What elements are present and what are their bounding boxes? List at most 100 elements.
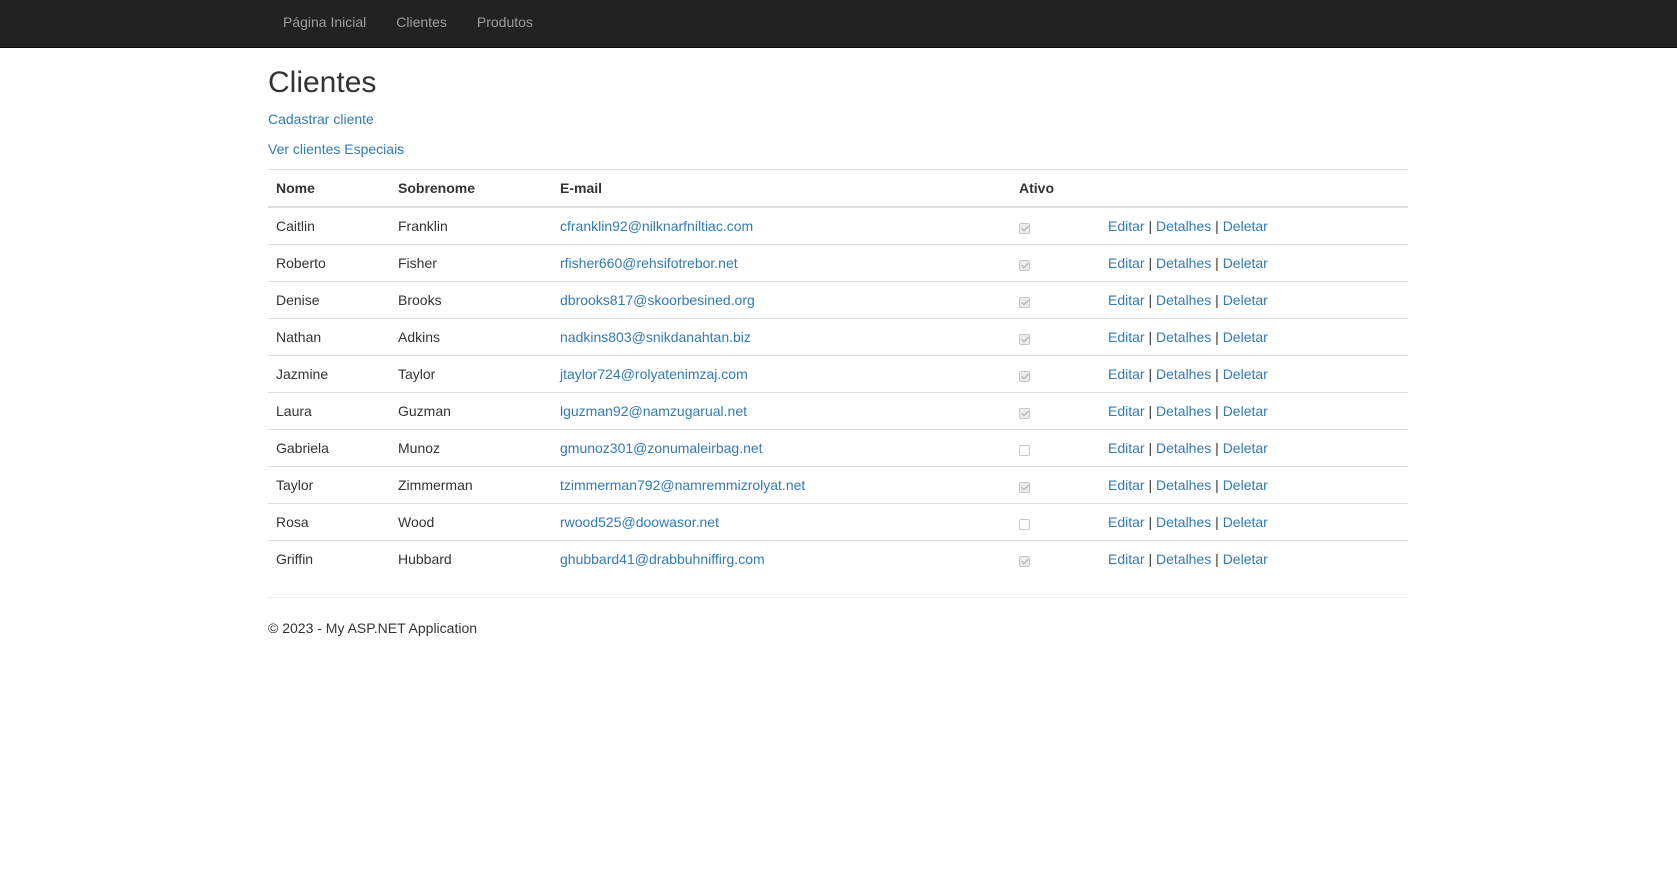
cell-nome: Griffin (268, 540, 390, 577)
email-link[interactable]: lguzman92@namzugarual.net (560, 403, 747, 419)
edit-link[interactable]: Editar (1108, 440, 1145, 456)
edit-link[interactable]: Editar (1108, 477, 1145, 493)
table-row: Nathan Adkins nadkins803@snikdanahtan.biz E… (268, 318, 1408, 356)
delete-link[interactable]: Deletar (1223, 255, 1268, 271)
email-link[interactable]: cfranklin92@nilknarfniltiac.com (560, 218, 753, 234)
delete-link[interactable]: Deletar (1223, 440, 1268, 456)
nav-item-produtos[interactable]: Produtos (462, 0, 548, 44)
delete-link[interactable]: Deletar (1223, 403, 1268, 419)
edit-link[interactable]: Editar (1108, 255, 1145, 271)
details-link[interactable]: Detalhes (1156, 403, 1211, 419)
cell-sobrenome: Munoz (390, 429, 552, 467)
separator: | (1215, 514, 1219, 530)
row-actions: Editar | Detalhes | Deletar (1100, 466, 1408, 504)
table-row: Gabriela Munoz gmunoz301@zonumaleirbag.net… (268, 429, 1408, 467)
delete-link[interactable]: Deletar (1223, 329, 1268, 345)
separator: | (1215, 255, 1219, 271)
separator: | (1215, 218, 1219, 234)
row-actions: Editar | Detalhes | Deletar (1100, 392, 1408, 430)
table-row: Griffin Hubbard ghubbard41@drabbuhniffirg.… (268, 540, 1408, 577)
footer: © 2023 - My ASP.NET Application (268, 618, 1408, 638)
cell-nome: Taylor (268, 466, 390, 504)
details-link[interactable]: Detalhes (1156, 514, 1211, 530)
row-actions: Editar | Detalhes | Deletar (1100, 503, 1408, 541)
separator: | (1148, 403, 1153, 419)
special-clients-link[interactable]: Ver clientes Especiais (268, 141, 404, 157)
table-row: Denise Brooks dbrooks817@skoorbesined.org E… (268, 281, 1408, 319)
email-link[interactable]: jtaylor724@rolyatenimzaj.com (560, 366, 748, 382)
cell-nome: Roberto (268, 244, 390, 282)
email-link[interactable]: nadkins803@snikdanahtan.biz (560, 329, 751, 345)
separator: | (1215, 366, 1219, 382)
cell-sobrenome: Franklin (398, 218, 448, 234)
details-link[interactable]: Detalhes (1156, 255, 1211, 271)
delete-link[interactable]: Deletar (1223, 477, 1268, 493)
edit-link[interactable]: Editar (1108, 403, 1145, 419)
details-link[interactable]: Detalhes (1156, 477, 1211, 493)
row-actions: Editar | Detalhes | Deletar (1100, 318, 1408, 356)
delete-link[interactable]: Deletar (1223, 218, 1268, 234)
edit-link[interactable]: Editar (1108, 514, 1145, 530)
navbar: Página Inicial Clientes Produtos (0, 0, 1677, 48)
ativo-checkbox (1019, 519, 1030, 530)
table-row: Caitlin Franklin cfranklin92@nilknarfnilti… (268, 207, 1408, 245)
cell-sobrenome: Adkins (390, 318, 552, 356)
email-link[interactable]: tzimmerman792@namremmizrolyat.net (560, 477, 805, 493)
clients-table: Nome Sobrenome E-mail Ativo Caitlin Frank… (268, 169, 1408, 577)
separator: | (1215, 329, 1219, 345)
nav-item-clientes[interactable]: Clientes (381, 0, 462, 44)
email-link[interactable]: gmunoz301@zonumaleirbag.net (560, 440, 763, 456)
cell-sobrenome: Fisher (390, 244, 552, 282)
ativo-checkbox (1019, 371, 1030, 382)
cell-sobrenome: Zimmerman (390, 466, 552, 504)
separator: | (1148, 255, 1153, 271)
page-title: Clientes (268, 66, 377, 99)
footer-text: © 2023 - My ASP.NET Application (268, 620, 478, 636)
email-link[interactable]: dbrooks817@skoorbesined.org (560, 292, 755, 308)
separator: | (1148, 514, 1153, 530)
details-link[interactable]: Detalhes (1156, 218, 1211, 234)
details-link[interactable]: Detalhes (1156, 440, 1211, 456)
create-client-link[interactable]: Cadastrar cliente (268, 111, 374, 127)
table-header-row: Nome Sobrenome E-mail Ativo (268, 169, 1408, 208)
cell-sobrenome: Hubbard (390, 540, 552, 577)
separator: | (1148, 292, 1153, 308)
delete-link[interactable]: Deletar (1223, 366, 1268, 382)
table-row: Laura Guzman lguzman92@namzugarual.net Edit… (268, 392, 1408, 430)
edit-link[interactable]: Editar (1108, 292, 1145, 308)
edit-link[interactable]: Editar (1108, 366, 1145, 382)
header-nome: Nome (268, 169, 390, 208)
cell-nome: Jazmine (268, 355, 390, 393)
delete-link[interactable]: Deletar (1223, 292, 1268, 308)
row-actions: Editar | Detalhes | Deletar (1100, 355, 1408, 393)
details-link[interactable]: Detalhes (1156, 551, 1211, 567)
separator: | (1148, 440, 1153, 456)
cell-nome: Gabriela (268, 429, 390, 467)
details-link[interactable]: Detalhes (1156, 366, 1211, 382)
email-link[interactable]: rwood525@doowasor.net (560, 514, 719, 530)
edit-link[interactable]: Editar (1108, 551, 1145, 567)
delete-link[interactable]: Deletar (1223, 551, 1268, 567)
ativo-checkbox (1019, 260, 1030, 271)
email-link[interactable]: rfisher660@rehsifotrebor.net (560, 255, 738, 271)
cell-nome: Denise (268, 281, 390, 319)
details-link[interactable]: Detalhes (1156, 329, 1211, 345)
header-email: E-mail (552, 169, 1011, 208)
email-link[interactable]: ghubbard41@drabbuhniffirg.com (560, 551, 765, 567)
separator: | (1215, 292, 1219, 308)
row-actions: Editar | Detalhes | Deletar (1100, 429, 1408, 467)
edit-link[interactable]: Editar (1108, 218, 1145, 234)
ativo-checkbox (1019, 482, 1030, 493)
separator: | (1215, 403, 1219, 419)
nav-menu: Página Inicial Clientes Produtos (268, 0, 548, 44)
details-link[interactable]: Detalhes (1156, 292, 1211, 308)
separator: | (1148, 329, 1153, 345)
edit-link[interactable]: Editar (1108, 329, 1145, 345)
cell-sobrenome: Wood (390, 503, 552, 541)
delete-link[interactable]: Deletar (1223, 514, 1268, 530)
row-actions: Editar | Detalhes | Deletar (1100, 540, 1408, 577)
nav-item-home[interactable]: Página Inicial (268, 0, 381, 44)
separator: | (1215, 477, 1219, 493)
cell-sobrenome: Brooks (390, 281, 552, 319)
main-content: Clientes Cadastrar cliente Ver clientes … (268, 48, 1408, 638)
